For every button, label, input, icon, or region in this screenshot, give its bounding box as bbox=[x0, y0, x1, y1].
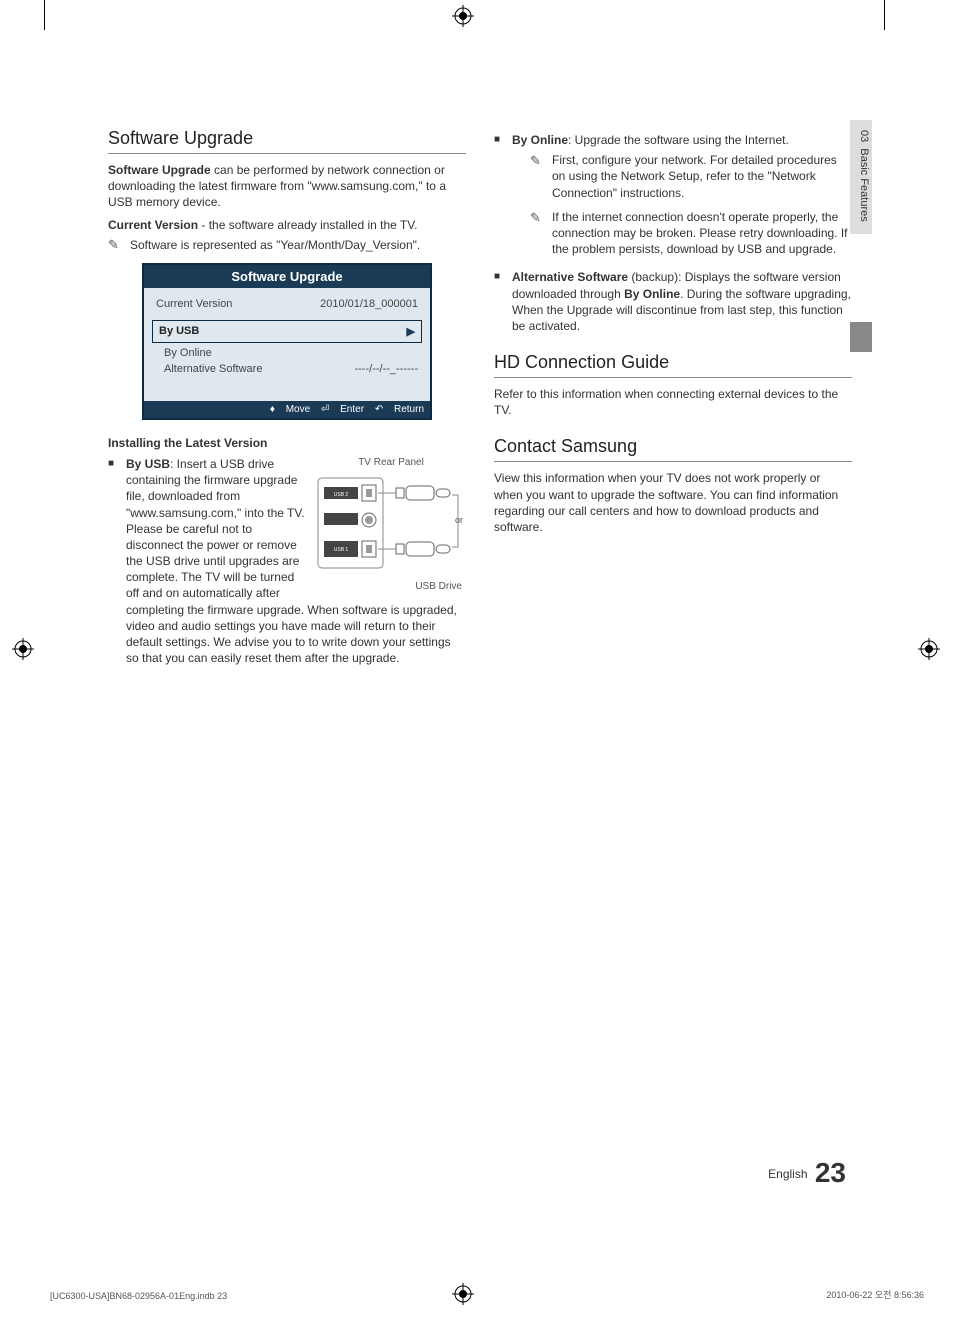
osd-row-current-version: Current Version 2010/01/18_000001 bbox=[154, 296, 420, 312]
page-number: 23 bbox=[815, 1157, 846, 1188]
registration-mark-icon bbox=[12, 638, 34, 660]
heading-hd-connection: HD Connection Guide bbox=[494, 352, 852, 378]
svg-text:USB 2: USB 2 bbox=[334, 492, 349, 498]
registration-mark-icon bbox=[918, 638, 940, 660]
note-icon: ✎ bbox=[530, 152, 546, 201]
imprint-timestamp: 2010-06-22 오전 8:56:36 bbox=[826, 1288, 924, 1301]
heading-software-upgrade: Software Upgrade bbox=[108, 128, 466, 154]
play-icon: ▶ bbox=[407, 325, 415, 338]
hint-move: ♦ Move bbox=[270, 404, 310, 415]
chapter-label: Basic Features bbox=[858, 148, 870, 221]
osd-row-alternative-software[interactable]: Alternative Software ----/--/--_------ bbox=[154, 361, 420, 377]
chapter-tab: 03 Basic Features bbox=[850, 120, 872, 234]
contact-text: View this information when your TV does … bbox=[494, 470, 852, 535]
svg-text:USB 1: USB 1 bbox=[334, 547, 349, 553]
square-bullet-icon: ■ bbox=[494, 132, 504, 265]
rear-panel-diagram: TV Rear Panel USB 2 bbox=[316, 456, 466, 594]
square-bullet-icon: ■ bbox=[494, 269, 504, 334]
rear-panel-svg: USB 2 USB 1 bbox=[316, 473, 466, 573]
intro-paragraph: Software Upgrade can be performed by net… bbox=[108, 162, 466, 211]
registration-mark-icon bbox=[452, 5, 474, 27]
current-version-line: Current Version - the software already i… bbox=[108, 217, 466, 233]
item-alternative-software: ■ Alternative Software (backup): Display… bbox=[494, 269, 852, 334]
note-icon: ✎ bbox=[108, 237, 124, 253]
item-by-online: ■ By Online: Upgrade the software using … bbox=[494, 132, 852, 265]
subheading-installing: Installing the Latest Version bbox=[108, 436, 466, 450]
svg-text:or: or bbox=[455, 515, 463, 525]
registration-mark-icon bbox=[452, 1283, 474, 1305]
page-footer: English 23 bbox=[768, 1157, 846, 1189]
osd-row-by-online[interactable]: By Online bbox=[154, 345, 420, 361]
chapter-number: 03 bbox=[858, 130, 870, 142]
square-bullet-icon: ■ bbox=[108, 456, 118, 666]
note-icon: ✎ bbox=[530, 209, 546, 258]
item-by-usb: ■ TV Rear Panel USB 2 bbox=[108, 456, 466, 666]
hint-return: ↶ Return bbox=[375, 404, 424, 415]
note-configure-network: ✎ First, configure your network. For det… bbox=[530, 152, 852, 201]
side-index-mark bbox=[850, 322, 872, 352]
hd-text: Refer to this information when connectin… bbox=[494, 386, 852, 418]
osd-software-upgrade-panel: Software Upgrade Current Version 2010/01… bbox=[142, 263, 432, 420]
hint-enter: ⏎ Enter bbox=[321, 404, 364, 415]
heading-contact-samsung: Contact Samsung bbox=[494, 436, 852, 462]
note-connection-broken: ✎ If the internet connection doesn't ope… bbox=[530, 209, 852, 258]
note-version-format: ✎ Software is represented as "Year/Month… bbox=[108, 237, 466, 253]
osd-row-by-usb[interactable]: By USB ▶ bbox=[152, 320, 422, 343]
osd-title: Software Upgrade bbox=[144, 265, 430, 288]
imprint-filename: [UC6300-USA]BN68-02956A-01Eng.indb 23 bbox=[50, 1291, 227, 1301]
osd-footer-hints: ♦ Move ⏎ Enter ↶ Return bbox=[144, 401, 430, 418]
